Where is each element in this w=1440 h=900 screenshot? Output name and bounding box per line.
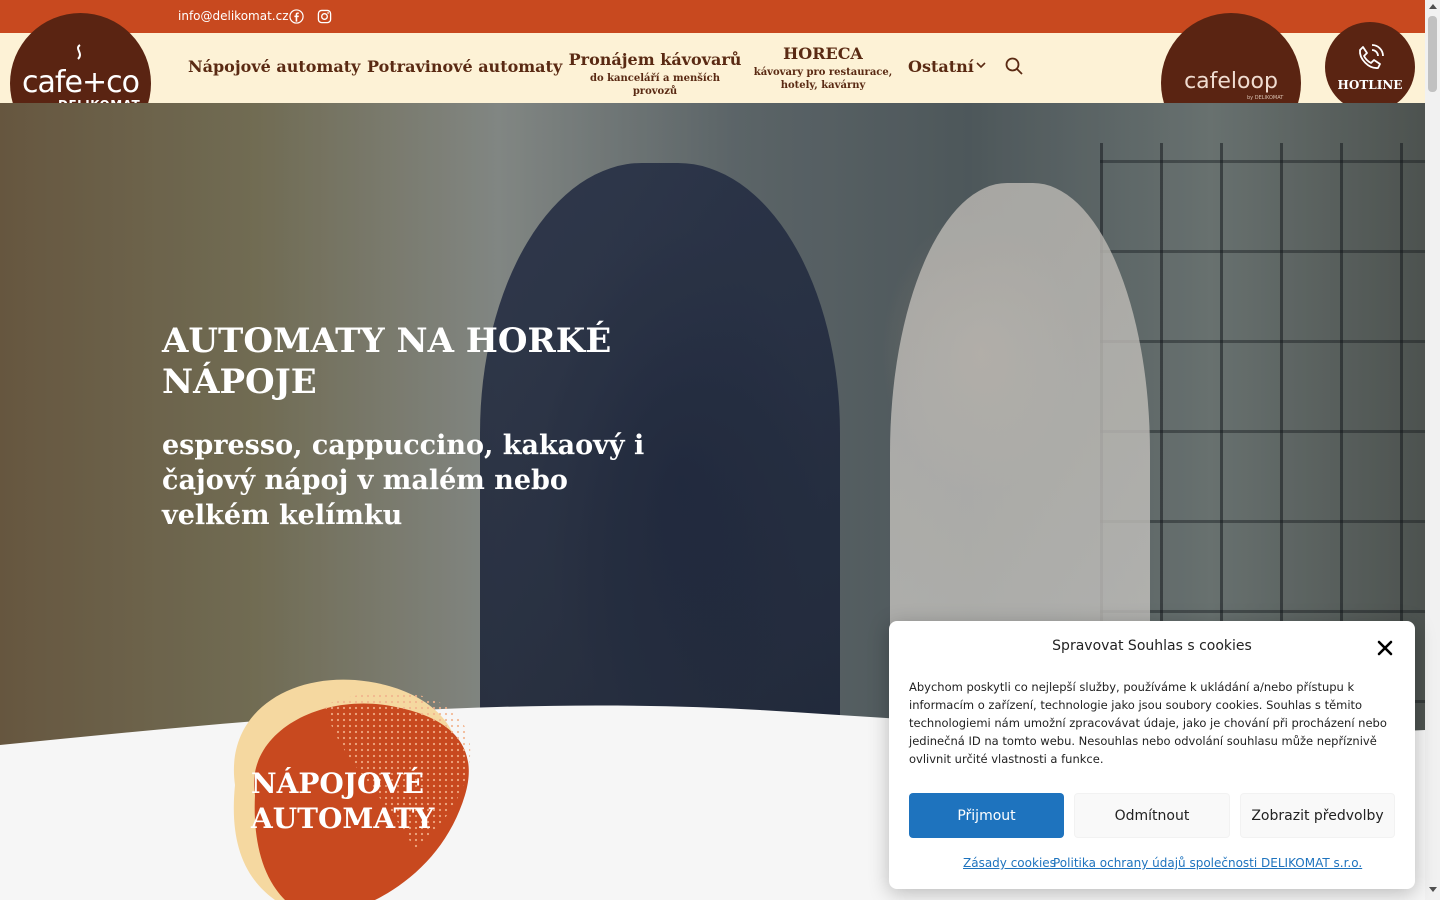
cafeloop-wordmark: cafeloop bbox=[1184, 69, 1278, 94]
section-title: NÁPOJOVÉ AUTOMATY bbox=[251, 766, 434, 836]
nav-item-sublabel: kávovary pro restaurace, hotely, kavárny bbox=[753, 67, 893, 91]
facebook-icon[interactable] bbox=[289, 9, 304, 24]
nav-item-label: HORECA bbox=[783, 44, 863, 63]
close-icon[interactable] bbox=[1375, 638, 1395, 658]
email-link[interactable]: info@delikomat.cz bbox=[178, 9, 289, 23]
section-title-line: NÁPOJOVÉ bbox=[251, 767, 424, 800]
nav-item-horeca[interactable]: HORECA kávovary pro restaurace, hotely, … bbox=[748, 44, 898, 92]
nav-item-label: Pronájem kávovarů bbox=[568, 50, 742, 69]
nav-item-label: Potravinové automaty bbox=[367, 57, 563, 76]
chevron-down-icon[interactable] bbox=[975, 59, 987, 71]
scroll-down-arrow-icon[interactable] bbox=[1429, 887, 1437, 892]
hotline-button[interactable]: HOTLINE bbox=[1325, 22, 1415, 112]
logo-wordmark: cafe+co bbox=[22, 65, 140, 100]
instagram-icon[interactable] bbox=[317, 9, 332, 24]
scroll-up-arrow-icon[interactable] bbox=[1429, 4, 1437, 9]
nav-item-napojove-automaty[interactable]: Nápojové automaty bbox=[188, 57, 360, 76]
nav-item-ostatni[interactable]: Ostatní bbox=[908, 57, 974, 76]
scrollbar[interactable] bbox=[1425, 0, 1440, 900]
accept-button[interactable]: Přijmout bbox=[909, 793, 1064, 838]
nav-item-label: Ostatní bbox=[908, 57, 974, 76]
search-icon[interactable] bbox=[1004, 56, 1024, 76]
privacy-policy-link[interactable]: Politika ochrany údajů společnosti DELIK… bbox=[1053, 856, 1362, 870]
deny-button[interactable]: Odmítnout bbox=[1074, 793, 1230, 838]
cafeloop-subtitle: by DELIKOMAT bbox=[1247, 95, 1284, 101]
phone-icon bbox=[1359, 44, 1384, 69]
hero-subtitle: espresso, cappuccino, kakaový i čajový n… bbox=[162, 430, 645, 531]
cookie-description: Abychom poskytli co nejlepší služby, pou… bbox=[909, 680, 1387, 766]
hotline-label: HOTLINE bbox=[1337, 78, 1403, 92]
nav-item-label: Nápojové automaty bbox=[188, 57, 361, 76]
nav-item-pronajem-kavovaru[interactable]: Pronájem kávovarů do kanceláří a menších… bbox=[568, 50, 742, 98]
section-title-line: AUTOMATY bbox=[251, 802, 435, 835]
cookie-consent-dialog: Spravovat Souhlas s cookies Abychom posk… bbox=[889, 621, 1415, 889]
nav-item-sublabel: do kanceláří a menších provozů bbox=[589, 73, 721, 97]
scrollbar-thumb[interactable] bbox=[1428, 16, 1437, 92]
cookie-policy-link[interactable]: Zásady cookies bbox=[963, 856, 1056, 870]
cookie-title: Spravovat Souhlas s cookies bbox=[1052, 638, 1252, 654]
preferences-button[interactable]: Zobrazit předvolby bbox=[1240, 793, 1395, 838]
hero-title: AUTOMATY NA HORKÉ NÁPOJE bbox=[162, 321, 612, 402]
nav-item-potravinove-automaty[interactable]: Potravinové automaty bbox=[367, 57, 562, 76]
